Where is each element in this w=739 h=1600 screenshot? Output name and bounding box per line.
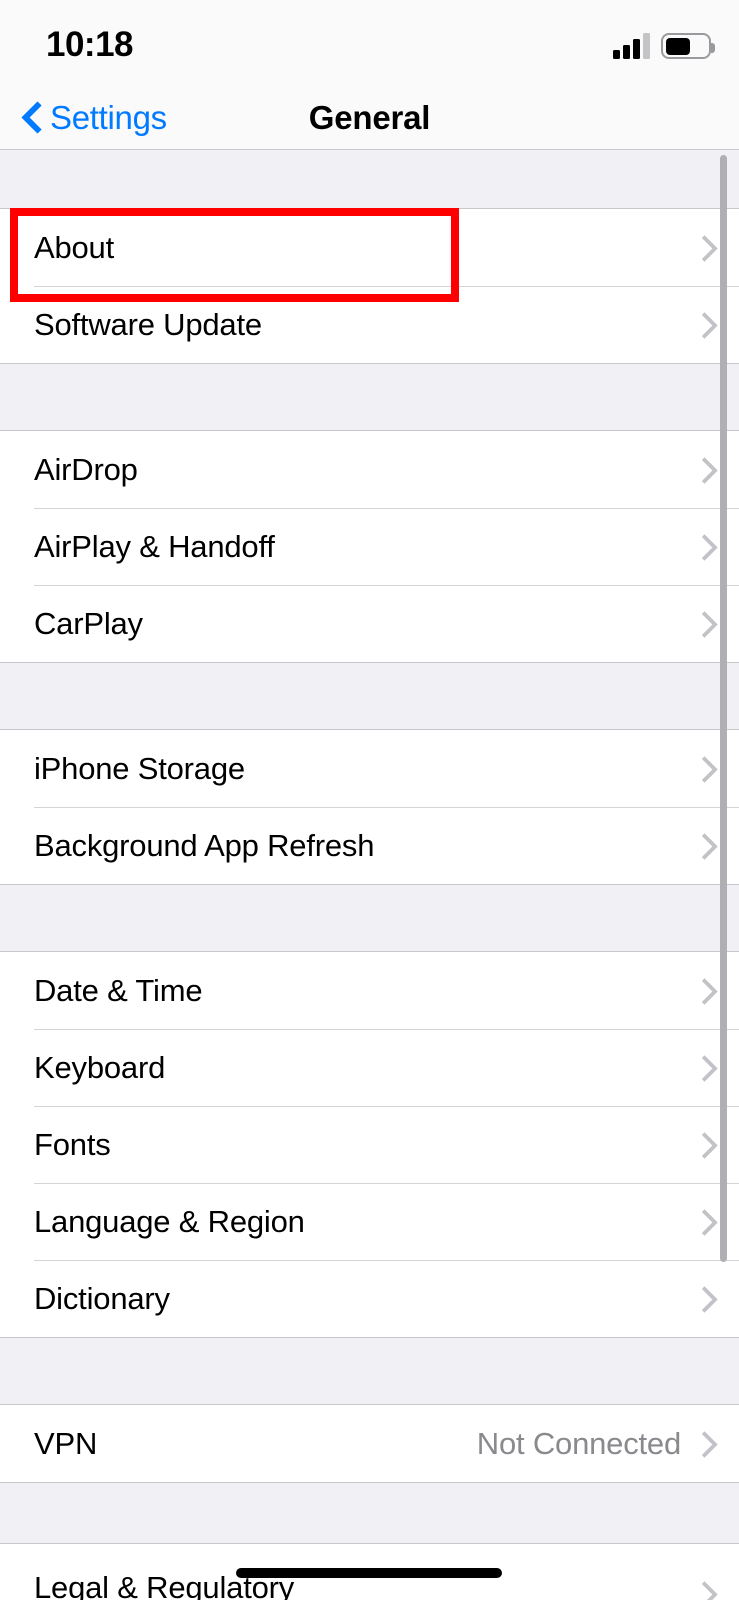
list-item-accessory bbox=[695, 977, 711, 1005]
battery-icon bbox=[661, 33, 715, 59]
list-item-label: iPhone Storage bbox=[34, 750, 245, 786]
list-item-accessory bbox=[695, 1208, 711, 1236]
chevron-right-icon bbox=[695, 234, 711, 262]
list-item[interactable]: Date & Time bbox=[0, 952, 739, 1029]
list-item-accessory bbox=[695, 533, 711, 561]
chevron-right-icon bbox=[695, 1208, 711, 1236]
status-bar: 10:18 bbox=[0, 0, 739, 86]
chevron-right-icon bbox=[695, 1054, 711, 1082]
list-item[interactable]: Background App Refresh bbox=[0, 807, 739, 884]
status-bar-time: 10:18 bbox=[46, 25, 134, 64]
status-bar-indicators bbox=[613, 26, 715, 66]
list-item-label: Software Update bbox=[34, 306, 262, 342]
list-item[interactable]: Software Update bbox=[0, 286, 739, 363]
list-item-accessory bbox=[695, 1131, 711, 1159]
chevron-right-icon bbox=[695, 832, 711, 860]
settings-group: VPN Not Connected bbox=[0, 1404, 739, 1483]
iphone-screen: 10:18 Settings General About Software Upd… bbox=[0, 0, 739, 1600]
list-item-accessory bbox=[695, 1285, 711, 1313]
section-gap bbox=[0, 663, 739, 729]
list-item-label: Language & Region bbox=[34, 1203, 305, 1239]
list-item-label: Date & Time bbox=[34, 972, 203, 1008]
section-gap bbox=[0, 885, 739, 951]
section-gap bbox=[0, 1483, 739, 1543]
section-gap bbox=[0, 1338, 739, 1404]
list-item-accessory bbox=[695, 1580, 711, 1600]
chevron-right-icon bbox=[695, 533, 711, 561]
vertical-scrollbar[interactable] bbox=[720, 155, 727, 1262]
navigation-bar: Settings General bbox=[0, 86, 739, 150]
list-item-label: AirDrop bbox=[34, 451, 138, 487]
cellular-signal-icon bbox=[613, 33, 650, 59]
list-item-accessory bbox=[695, 832, 711, 860]
chevron-right-icon bbox=[695, 311, 711, 339]
home-indicator[interactable] bbox=[236, 1568, 502, 1578]
list-item-accessory bbox=[695, 610, 711, 638]
list-item[interactable]: Keyboard bbox=[0, 1029, 739, 1106]
settings-list[interactable]: About Software Update AirDrop AirPlay & Han… bbox=[0, 150, 739, 1600]
list-item-accessory bbox=[695, 456, 711, 484]
chevron-right-icon bbox=[695, 977, 711, 1005]
list-item-label: Keyboard bbox=[34, 1049, 166, 1085]
list-item-label: VPN bbox=[34, 1425, 98, 1461]
settings-group: Date & Time Keyboard Fonts Language & Regio… bbox=[0, 951, 739, 1338]
list-item-accessory bbox=[695, 311, 711, 339]
battery-fill bbox=[665, 37, 690, 55]
list-item-label: Fonts bbox=[34, 1126, 111, 1162]
chevron-right-icon bbox=[695, 456, 711, 484]
list-item-accessory bbox=[695, 755, 711, 783]
settings-group: About Software Update bbox=[0, 208, 739, 364]
list-item[interactable]: Fonts bbox=[0, 1106, 739, 1183]
list-item-accessory bbox=[695, 1054, 711, 1082]
list-item[interactable]: Language & Region bbox=[0, 1183, 739, 1260]
settings-group: iPhone Storage Background App Refresh bbox=[0, 729, 739, 885]
list-item-label: Dictionary bbox=[34, 1280, 170, 1316]
section-gap bbox=[0, 150, 739, 208]
list-item[interactable]: Dictionary bbox=[0, 1260, 739, 1337]
list-item[interactable]: iPhone Storage bbox=[0, 730, 739, 807]
list-item[interactable]: AirPlay & Handoff bbox=[0, 508, 739, 585]
chevron-right-icon bbox=[695, 1580, 711, 1600]
chevron-right-icon bbox=[695, 1430, 711, 1458]
list-item-accessory: Not Connected bbox=[477, 1426, 711, 1462]
list-item-label: CarPlay bbox=[34, 605, 143, 641]
chevron-right-icon bbox=[695, 755, 711, 783]
list-item[interactable]: CarPlay bbox=[0, 585, 739, 662]
chevron-right-icon bbox=[695, 1131, 711, 1159]
list-item-value: Not Connected bbox=[476, 1425, 681, 1461]
page-title: General bbox=[308, 98, 431, 136]
list-item-label: About bbox=[34, 229, 115, 265]
battery-cap bbox=[711, 43, 715, 53]
chevron-right-icon bbox=[695, 1285, 711, 1313]
list-item[interactable]: VPN Not Connected bbox=[0, 1405, 739, 1482]
settings-list-root: About Software Update AirDrop AirPlay & Han… bbox=[0, 150, 739, 1600]
list-item-accessory bbox=[695, 234, 711, 262]
list-item-label: AirPlay & Handoff bbox=[34, 528, 275, 564]
list-item-label: Background App Refresh bbox=[34, 827, 375, 863]
list-item[interactable]: About bbox=[0, 209, 739, 286]
chevron-right-icon bbox=[695, 610, 711, 638]
list-item[interactable]: AirDrop bbox=[0, 431, 739, 508]
settings-group: AirDrop AirPlay & Handoff CarPlay bbox=[0, 430, 739, 663]
section-gap bbox=[0, 364, 739, 430]
